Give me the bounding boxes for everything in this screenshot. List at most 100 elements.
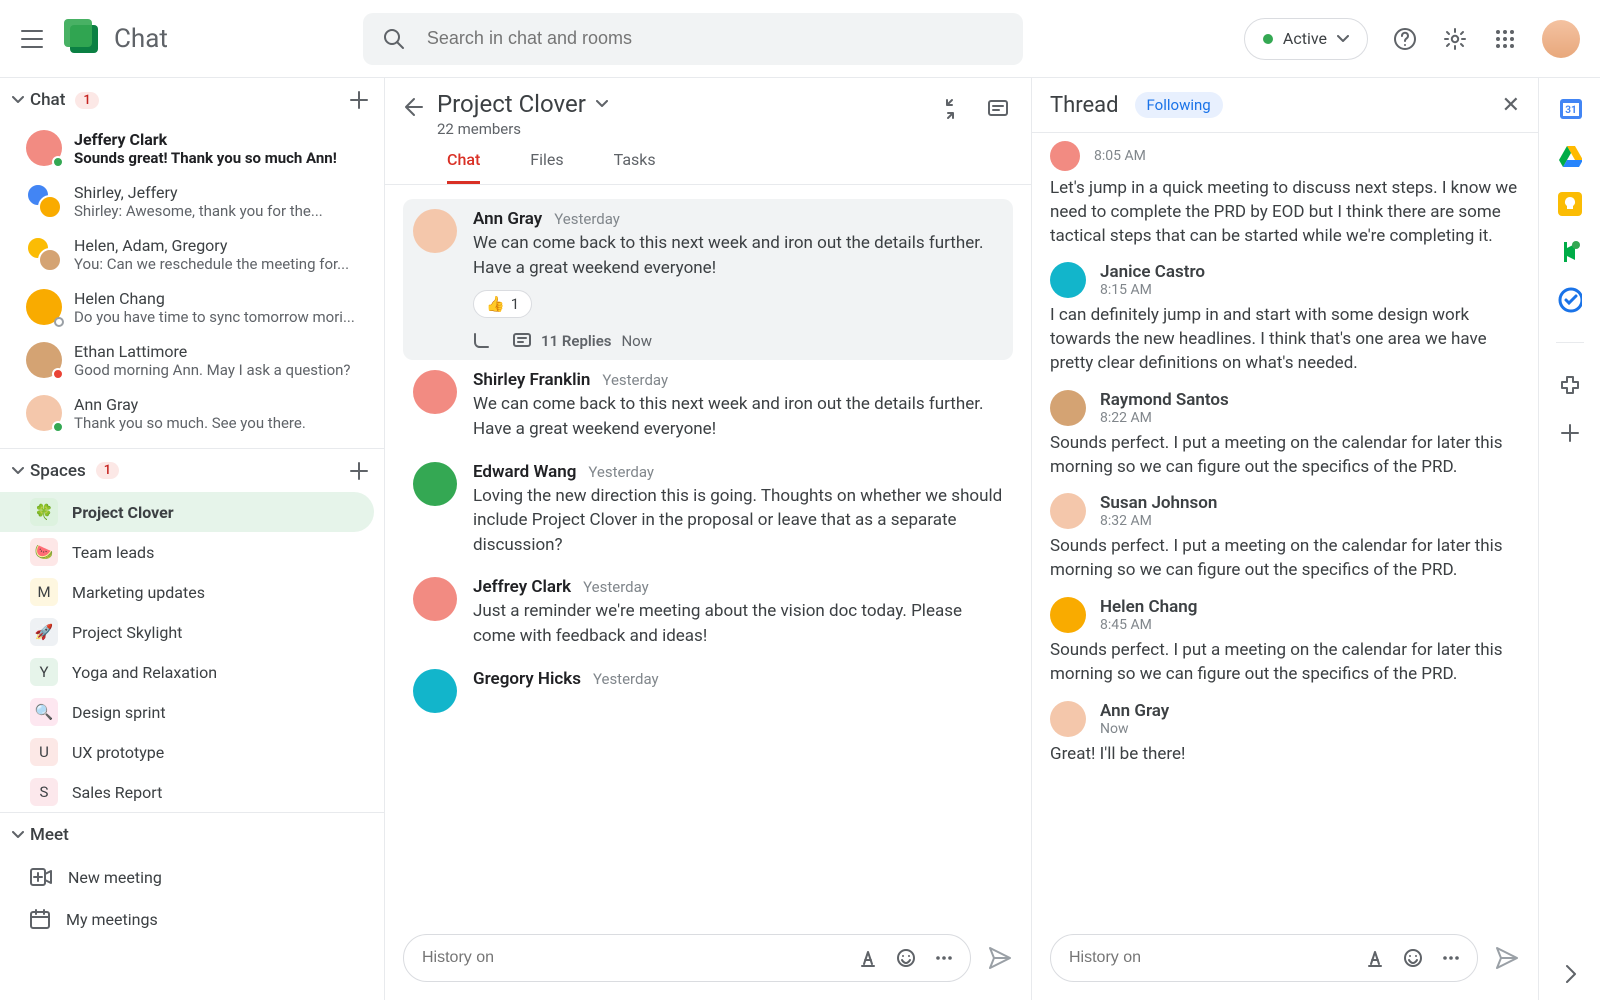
message-time: 8:45 AM <box>1100 617 1197 633</box>
help-button[interactable] <box>1392 26 1418 52</box>
room-tab[interactable]: Files <box>530 150 563 184</box>
message-body: Sounds perfect. I put a meeting on the c… <box>1050 639 1520 687</box>
spaces-section-header[interactable]: Spaces 1 <box>0 448 384 492</box>
presence-indicator <box>52 421 64 433</box>
chat-name: Jeffery Clark <box>74 130 337 149</box>
space-list-item[interactable]: MMarketing updates <box>0 572 374 612</box>
contacts-app-icon[interactable] <box>1558 240 1582 264</box>
space-name: Yoga and Relaxation <box>72 663 217 682</box>
chat-list-item[interactable]: Ethan LattimoreGood morning Ann. May I a… <box>0 334 384 387</box>
compose-input[interactable] <box>420 948 858 968</box>
avatar <box>1050 493 1086 529</box>
status-chip[interactable]: Active <box>1244 18 1368 60</box>
drive-app-icon[interactable] <box>1558 144 1582 168</box>
new-space-button[interactable] <box>346 458 372 484</box>
message[interactable]: Shirley FranklinYesterdayWe can come bac… <box>403 360 1013 451</box>
group-avatar <box>26 236 62 272</box>
apps-button[interactable] <box>1492 26 1518 52</box>
emoji-button[interactable] <box>896 948 916 968</box>
collapse-button[interactable] <box>937 96 963 122</box>
more-button[interactable] <box>934 948 954 968</box>
format-button[interactable] <box>858 948 878 968</box>
chat-list-item[interactable]: Helen ChangDo you have time to sync tomo… <box>0 281 384 334</box>
chat-list-item[interactable]: Alan Cook <box>0 440 384 448</box>
thread-message[interactable]: Helen Chang8:45 AMSounds perfect. I put … <box>1050 597 1520 687</box>
section-label: Meet <box>30 825 69 845</box>
chat-section-header[interactable]: Chat 1 <box>0 78 384 122</box>
chat-name: Helen Chang <box>74 289 355 308</box>
message[interactable]: Edward WangYesterdayLoving the new direc… <box>403 452 1013 568</box>
chevron-down-icon <box>12 96 24 104</box>
new-chat-button[interactable] <box>346 87 372 113</box>
chat-list-item[interactable]: Jeffery ClarkSounds great! Thank you so … <box>0 122 384 175</box>
unread-badge: 1 <box>75 92 98 109</box>
replies-time: Now <box>621 332 652 350</box>
space-icon: 🍉 <box>30 538 58 566</box>
chevron-down-icon <box>12 831 24 839</box>
avatar <box>413 669 457 713</box>
message[interactable]: Ann GrayYesterdayWe can come back to thi… <box>403 199 1013 360</box>
keep-app-icon[interactable] <box>1558 192 1582 216</box>
space-list-item[interactable]: SSales Report <box>0 772 374 812</box>
presence-indicator <box>52 156 64 168</box>
thread-icon <box>513 333 531 349</box>
get-addons-button[interactable] <box>1558 421 1582 445</box>
space-list-item[interactable]: 🚀Project Skylight <box>0 612 374 652</box>
search-bar[interactable] <box>363 13 1023 65</box>
thread-message[interactable]: Ann GrayNowGreat! I'll be there! <box>1050 701 1520 767</box>
meet-section-header[interactable]: Meet <box>0 812 384 856</box>
open-thread-button[interactable] <box>985 96 1011 122</box>
thread-message[interactable]: Susan Johnson8:32 AMSounds perfect. I pu… <box>1050 493 1520 583</box>
send-button[interactable] <box>1494 945 1520 971</box>
chat-list-item[interactable]: Ann GrayThank you so much. See you there… <box>0 387 384 440</box>
label: New meeting <box>68 868 162 887</box>
space-name: Team leads <box>72 543 154 562</box>
chat-list-item[interactable]: Helen, Adam, GregoryYou: Can we reschedu… <box>0 228 384 281</box>
main-menu-button[interactable] <box>20 27 44 51</box>
space-list-item[interactable]: YYoga and Relaxation <box>0 652 374 692</box>
addons-button[interactable] <box>1558 373 1582 397</box>
back-button[interactable] <box>401 96 423 118</box>
emoji-button[interactable] <box>1403 948 1423 968</box>
format-button[interactable] <box>1365 948 1385 968</box>
chat-list-item[interactable]: Shirley, JefferyShirley: Awesome, thank … <box>0 175 384 228</box>
space-list-item[interactable]: UUX prototype <box>0 732 374 772</box>
avatar <box>1050 701 1086 737</box>
space-list-item[interactable]: 🍀Project Clover <box>0 492 374 532</box>
message-author: Raymond Santos <box>1100 390 1229 410</box>
room-tab[interactable]: Tasks <box>614 150 656 184</box>
replies-link[interactable]: 11 RepliesNow <box>473 332 1003 350</box>
chat-preview: You: Can we reschedule the meeting for..… <box>74 255 349 273</box>
room-tab[interactable]: Chat <box>447 150 480 184</box>
chat-name: Helen, Adam, Gregory <box>74 236 349 255</box>
settings-button[interactable] <box>1442 26 1468 52</box>
new-meeting-button[interactable]: New meeting <box>0 856 384 898</box>
more-button[interactable] <box>1441 948 1461 968</box>
following-chip[interactable]: Following <box>1135 92 1223 118</box>
avatar <box>413 577 457 621</box>
message[interactable]: Gregory HicksYesterday <box>403 659 1013 723</box>
reaction-pill[interactable]: 👍1 <box>473 290 532 318</box>
thread-compose-box[interactable] <box>1050 934 1478 982</box>
tasks-app-icon[interactable] <box>1558 288 1582 312</box>
thread-compose-input[interactable] <box>1067 948 1365 968</box>
send-button[interactable] <box>987 945 1013 971</box>
my-meetings-button[interactable]: My meetings <box>0 898 384 940</box>
chevron-down-icon[interactable] <box>596 100 608 108</box>
thread-message[interactable]: Raymond Santos8:22 AMSounds perfect. I p… <box>1050 390 1520 480</box>
message-author: Ann Gray <box>1100 701 1169 721</box>
calendar-app-icon[interactable]: 31 <box>1558 96 1582 120</box>
message[interactable]: Jeffrey ClarkYesterdayJust a reminder we… <box>403 567 1013 658</box>
avatar <box>413 209 457 253</box>
show-side-panel-button[interactable] <box>1558 962 1582 986</box>
space-list-item[interactable]: 🍉 Team leads <box>0 532 374 572</box>
space-list-item[interactable]: 🔍Design sprint <box>0 692 374 732</box>
message-body: We can come back to this next week and i… <box>473 231 1003 280</box>
compose-box[interactable] <box>403 934 971 982</box>
room-title: Project Clover <box>437 90 586 118</box>
search-input[interactable] <box>425 27 1003 50</box>
message-time: Yesterday <box>583 578 649 596</box>
close-thread-button[interactable]: ✕ <box>1502 93 1520 118</box>
account-avatar[interactable] <box>1542 20 1580 58</box>
thread-message[interactable]: Janice Castro8:15 AMI can definitely jum… <box>1050 262 1520 375</box>
